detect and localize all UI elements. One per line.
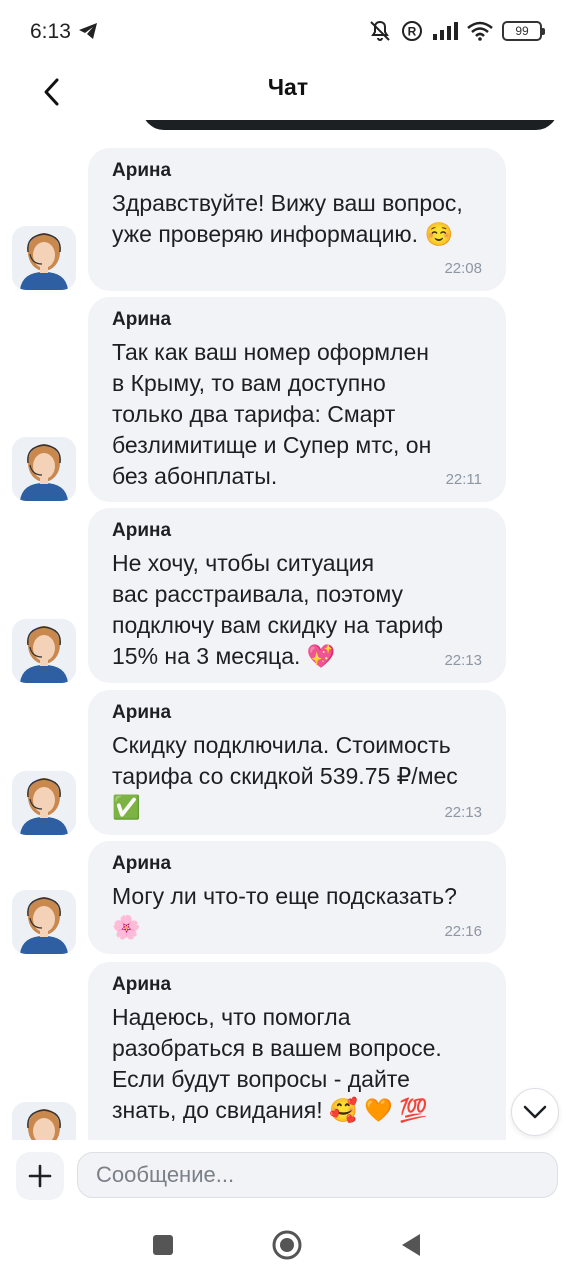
status-icons: R 99 [368,19,545,43]
message-text: Скидку подключила. Стоимость тарифа со с… [112,732,458,820]
operator-avatar-icon [12,437,76,501]
triangle-back-icon [402,1234,420,1256]
telegram-icon [79,23,97,39]
battery-icon: 99 [502,21,545,41]
home-circle-icon [272,1230,302,1260]
message-bubble[interactable]: Арина Здравствуйте! Вижу ваш вопрос, уже… [88,148,506,291]
avatar[interactable] [12,619,76,683]
registered-icon: R [402,21,422,41]
message-text: Так как ваш номер оформлен в Крыму, то в… [112,339,432,489]
sender-name: Арина [112,853,172,874]
svg-text:R: R [408,25,417,39]
avatar[interactable] [12,771,76,835]
scroll-down-button[interactable] [511,1088,559,1136]
avatar[interactable] [12,1102,76,1140]
avatar[interactable] [12,890,76,954]
message-time: 22:13 [444,804,482,821]
operator-avatar-icon [12,771,76,835]
avatar[interactable] [12,226,76,290]
operator-avatar-icon [12,619,76,683]
message-bubble[interactable]: Арина Скидку подключила. Стоимость тариф… [88,690,506,835]
message-time: 22:13 [444,652,482,669]
message-time: 22:11 [445,471,482,488]
chat-header: Чат [0,60,576,120]
message-input[interactable] [77,1152,558,1198]
status-time: 6:13 [30,20,71,43]
recents-button[interactable] [146,1228,180,1262]
battery-level: 99 [515,24,529,38]
outgoing-message-bubble [142,120,558,130]
home-button[interactable] [270,1228,304,1262]
sender-name: Арина [112,974,172,995]
chevron-down-icon [523,1105,547,1119]
message-text: Надеюсь, что помогла разобраться в вашем… [112,1004,442,1123]
status-bar: 6:13 R 99 [0,0,576,60]
sender-name: Арина [112,702,172,723]
message-text: Здравствуйте! Вижу ваш вопрос, уже прове… [112,190,463,247]
square-icon [153,1235,173,1255]
wifi-icon [467,21,493,41]
page-title: Чат [267,74,309,100]
message-text: Не хочу, чтобы ситуация вас расстраивала… [112,550,444,669]
avatar[interactable] [12,437,76,501]
mute-icon [370,20,390,41]
message-bubble[interactable]: Арина Так как ваш номер оформлен в Крыму… [88,297,506,502]
system-nav-bar [0,1210,576,1280]
operator-avatar-icon [12,1102,76,1140]
message-list[interactable]: Арина Здравствуйте! Вижу ваш вопрос, уже… [0,120,576,1140]
sender-name: Арина [112,160,172,181]
sender-name: Арина [112,309,172,330]
sender-name: Арина [112,520,172,541]
message-time: 22:08 [444,260,482,277]
back-nav-button[interactable] [394,1228,428,1262]
plus-icon [28,1164,52,1188]
message-time: 22:16 [444,923,482,940]
message-bubble[interactable]: Арина Не хочу, чтобы ситуация вас расстр… [88,508,506,683]
composer [0,1140,576,1210]
operator-avatar-icon [12,226,76,290]
message-bubble[interactable]: Арина Могу ли что-то еще подсказать? 🌸 2… [88,841,506,954]
operator-avatar-icon [12,890,76,954]
message-bubble[interactable]: Арина Надеюсь, что помогла разобраться в… [88,962,506,1140]
attach-button[interactable] [16,1152,64,1200]
signal-icon [433,22,458,40]
message-text: Могу ли что-то еще подсказать? 🌸 [112,883,457,940]
